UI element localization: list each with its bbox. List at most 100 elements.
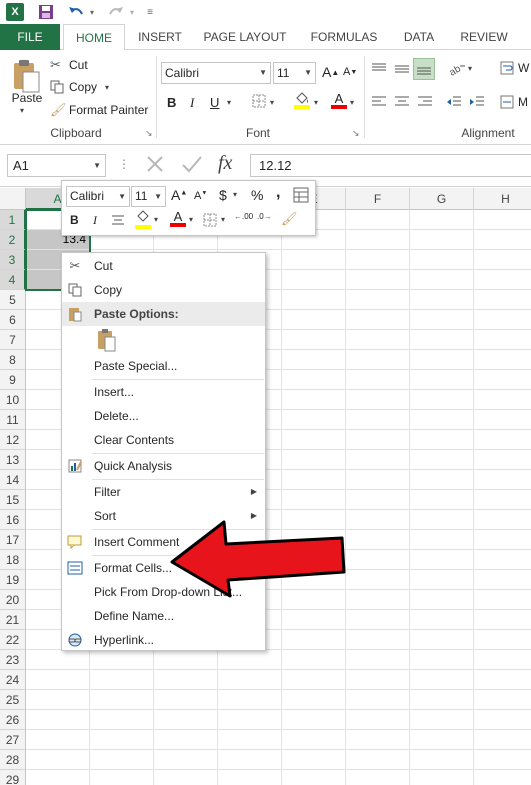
row-header-10[interactable]: 10 (0, 390, 26, 410)
cell-g26[interactable] (410, 710, 474, 730)
cell-e28[interactable] (282, 750, 346, 770)
cell-f10[interactable] (346, 390, 410, 410)
cell-g11[interactable] (410, 410, 474, 430)
cell-a23[interactable] (26, 650, 90, 670)
cell-d24[interactable] (218, 670, 282, 690)
cell-e7[interactable] (282, 330, 346, 350)
copy-dropdown-icon[interactable]: ▾ (105, 83, 109, 92)
cell-c27[interactable] (154, 730, 218, 750)
cell-e5[interactable] (282, 290, 346, 310)
tab-page-layout[interactable]: PAGE LAYOUT (198, 24, 292, 50)
cell-f7[interactable] (346, 330, 410, 350)
chevron-down-icon[interactable]: ▼ (304, 63, 312, 83)
cell-e26[interactable] (282, 710, 346, 730)
mini-format-table-icon[interactable] (293, 187, 309, 206)
cell-e29[interactable] (282, 770, 346, 785)
cell-a27[interactable] (26, 730, 90, 750)
redo-icon[interactable] (106, 3, 126, 21)
mini-fill-color-icon[interactable] (135, 210, 151, 229)
row-header-25[interactable]: 25 (0, 690, 26, 710)
formula-bar-grip-icon[interactable]: ⋮ (118, 157, 130, 171)
cell-h24[interactable] (474, 670, 531, 690)
paste-icon[interactable] (8, 56, 44, 96)
enter-icon[interactable] (180, 153, 204, 178)
cell-f3[interactable] (346, 250, 410, 270)
cell-h6[interactable] (474, 310, 531, 330)
mini-percent-button[interactable]: % (251, 187, 263, 203)
orientation-dropdown-icon[interactable]: ▾ (468, 64, 472, 73)
cell-f24[interactable] (346, 670, 410, 690)
cell-g1[interactable] (410, 210, 474, 230)
menu-item-insert[interactable]: Insert... (62, 380, 265, 404)
row-header-8[interactable]: 8 (0, 350, 26, 370)
row-header-4[interactable]: 4 (0, 270, 26, 290)
undo-dropdown-icon[interactable]: ▾ (88, 3, 96, 21)
row-header-3[interactable]: 3 (0, 250, 26, 270)
cell-c24[interactable] (154, 670, 218, 690)
cell-f11[interactable] (346, 410, 410, 430)
cell-f14[interactable] (346, 470, 410, 490)
cell-e14[interactable] (282, 470, 346, 490)
cell-h15[interactable] (474, 490, 531, 510)
tab-home[interactable]: HOME (63, 24, 125, 51)
cell-f17[interactable] (346, 530, 410, 550)
cell-g15[interactable] (410, 490, 474, 510)
name-box[interactable]: A1 ▼ (7, 154, 106, 177)
row-header-22[interactable]: 22 (0, 630, 26, 650)
tab-data[interactable]: DATA (394, 24, 444, 50)
cell-h16[interactable] (474, 510, 531, 530)
cell-g2[interactable] (410, 230, 474, 250)
cut-button[interactable]: ✂ Cut (50, 56, 88, 74)
cell-h12[interactable] (474, 430, 531, 450)
row-header-24[interactable]: 24 (0, 670, 26, 690)
cell-h28[interactable] (474, 750, 531, 770)
cell-f1[interactable] (346, 210, 410, 230)
align-center-icon[interactable] (394, 95, 410, 109)
cell-c23[interactable] (154, 650, 218, 670)
row-header-11[interactable]: 11 (0, 410, 26, 430)
tab-file[interactable]: FILE (0, 24, 60, 50)
cell-b26[interactable] (90, 710, 154, 730)
cell-b24[interactable] (90, 670, 154, 690)
cell-g21[interactable] (410, 610, 474, 630)
cell-h4[interactable] (474, 270, 531, 290)
menu-item-quick-analysis[interactable]: Quick Analysis (62, 454, 265, 478)
cell-f2[interactable] (346, 230, 410, 250)
select-all-corner[interactable] (0, 188, 26, 210)
menu-item-filter[interactable]: Filter ▶ (62, 480, 265, 504)
italic-button[interactable]: I (190, 95, 194, 111)
cell-h8[interactable] (474, 350, 531, 370)
cell-d26[interactable] (218, 710, 282, 730)
cell-e24[interactable] (282, 670, 346, 690)
cell-e11[interactable] (282, 410, 346, 430)
cell-h9[interactable] (474, 370, 531, 390)
cell-b27[interactable] (90, 730, 154, 750)
column-header-f[interactable]: F (346, 188, 410, 210)
cell-h1[interactable] (474, 210, 531, 230)
cell-d28[interactable] (218, 750, 282, 770)
mini-currency-dropdown-icon[interactable]: ▾ (233, 190, 237, 199)
cell-h19[interactable] (474, 570, 531, 590)
row-header-29[interactable]: 29 (0, 770, 26, 785)
cell-g12[interactable] (410, 430, 474, 450)
cell-b29[interactable] (90, 770, 154, 785)
tab-formulas[interactable]: FORMULAS (304, 24, 384, 50)
cell-e6[interactable] (282, 310, 346, 330)
mini-decrease-decimal-button[interactable]: .0→ (257, 212, 272, 221)
cell-b25[interactable] (90, 690, 154, 710)
cell-d29[interactable] (218, 770, 282, 785)
cell-c26[interactable] (154, 710, 218, 730)
cell-b28[interactable] (90, 750, 154, 770)
cell-g23[interactable] (410, 650, 474, 670)
cell-h20[interactable] (474, 590, 531, 610)
mini-fill-color-dropdown-icon[interactable]: ▾ (154, 215, 158, 224)
row-header-16[interactable]: 16 (0, 510, 26, 530)
mini-format-painter-icon[interactable]: 🖌 (281, 211, 298, 227)
align-middle-icon[interactable] (394, 62, 410, 76)
mini-font-size-input[interactable]: 11 ▼ (131, 186, 166, 207)
cell-h17[interactable] (474, 530, 531, 550)
cell-g17[interactable] (410, 530, 474, 550)
underline-button[interactable]: U (210, 95, 219, 110)
mini-align-center-icon[interactable] (111, 213, 125, 230)
row-header-7[interactable]: 7 (0, 330, 26, 350)
